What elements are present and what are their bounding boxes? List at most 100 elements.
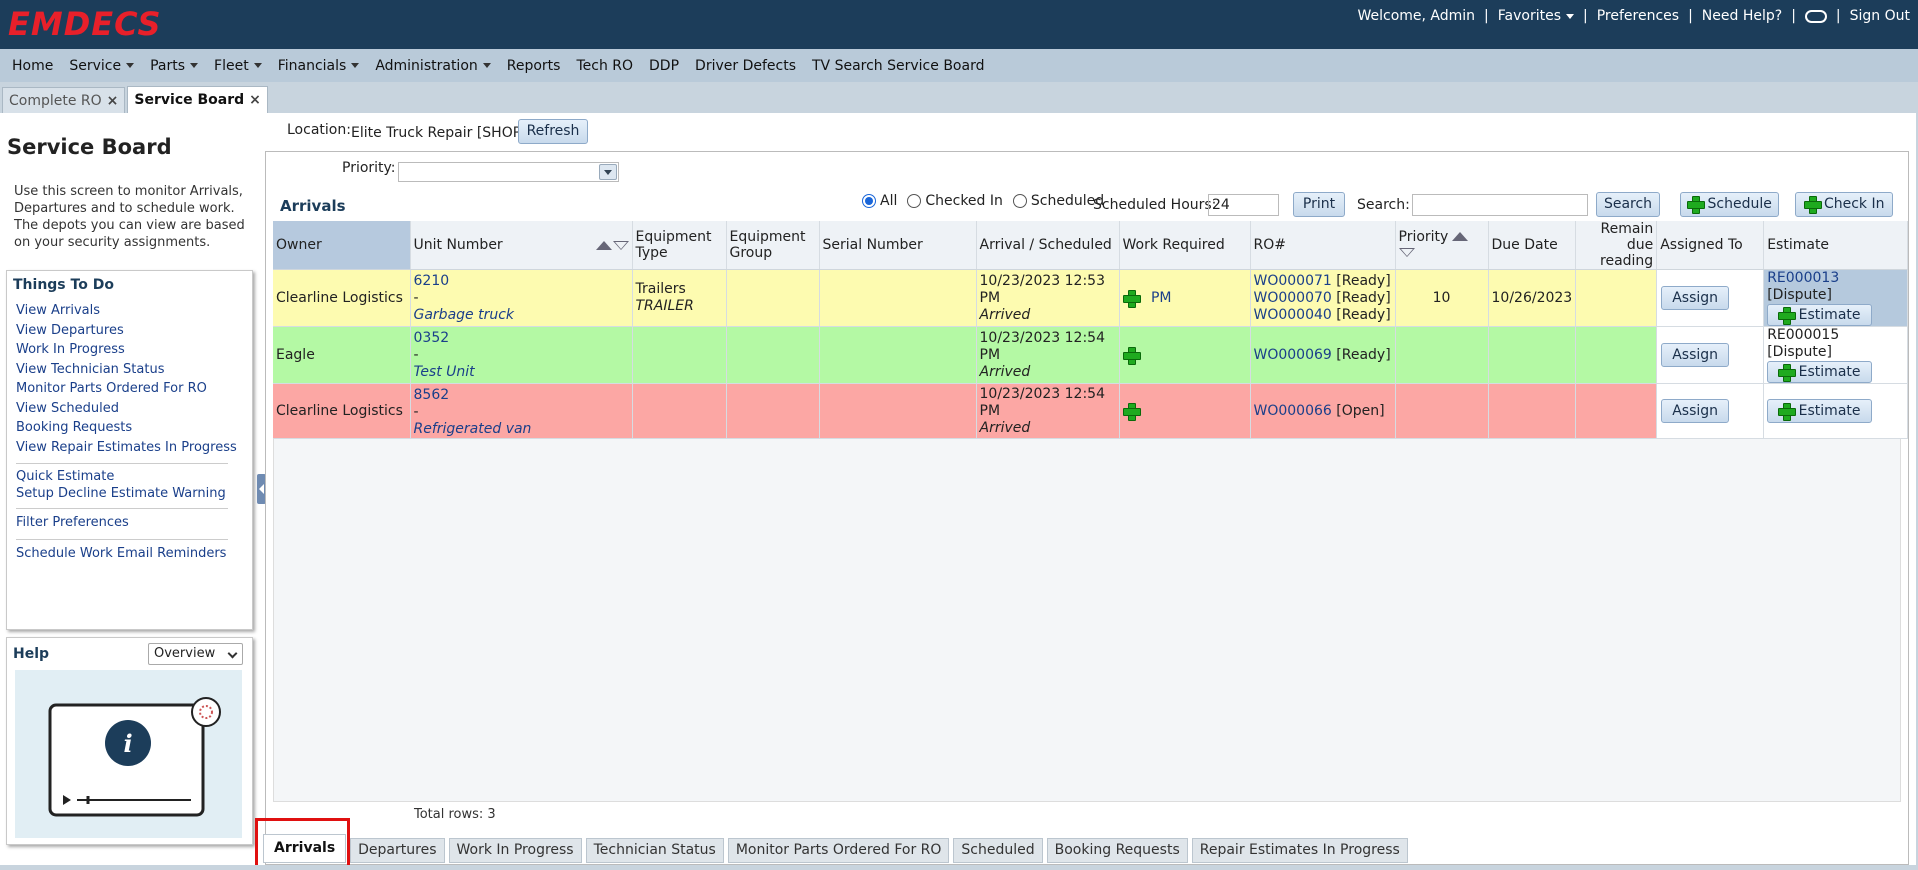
- link-setup-decline-warning[interactable]: Setup Decline Estimate Warning: [16, 485, 246, 502]
- menu-driver-defects[interactable]: Driver Defects: [687, 58, 804, 74]
- col-equipment-group[interactable]: Equipment Group: [726, 221, 820, 270]
- link-view-arrivals[interactable]: View Arrivals: [16, 301, 246, 321]
- sign-out-link[interactable]: Sign Out: [1850, 8, 1910, 24]
- col-work-required[interactable]: Work Required: [1119, 221, 1251, 270]
- menu-home[interactable]: Home: [4, 58, 61, 74]
- tab-monitor-parts[interactable]: Monitor Parts Ordered For RO: [727, 838, 950, 863]
- unit-link[interactable]: 8562: [414, 387, 629, 404]
- col-unit-number[interactable]: Unit Number: [410, 221, 633, 270]
- ro-link[interactable]: WO000071: [1254, 273, 1332, 289]
- work-required-link[interactable]: PM: [1151, 290, 1172, 306]
- col-serial-number[interactable]: Serial Number: [819, 221, 977, 270]
- unit-link[interactable]: 0352: [414, 330, 629, 347]
- col-ro[interactable]: RO#: [1250, 221, 1396, 270]
- close-icon[interactable]: ×: [107, 93, 119, 109]
- help-topic-select[interactable]: Overview: [148, 643, 243, 665]
- unit-dash: -: [413, 347, 419, 363]
- add-work-icon[interactable]: [1122, 289, 1141, 308]
- need-help-link[interactable]: Need Help?: [1702, 8, 1782, 24]
- preferences-link[interactable]: Preferences: [1597, 8, 1679, 24]
- tab-technician-status[interactable]: Technician Status: [585, 838, 724, 863]
- estimate-button[interactable]: Estimate: [1767, 399, 1872, 423]
- refresh-button[interactable]: Refresh: [518, 119, 588, 144]
- search-input[interactable]: [1412, 194, 1588, 216]
- menu-financials[interactable]: Financials: [270, 58, 368, 74]
- assign-button[interactable]: Assign: [1661, 343, 1730, 367]
- tab-scheduled[interactable]: Scheduled: [953, 838, 1043, 863]
- unit-description[interactable]: Garbage truck: [414, 307, 629, 324]
- menu-service[interactable]: Service: [61, 58, 142, 74]
- radio-scheduled[interactable]: [1012, 194, 1027, 208]
- favorites-menu[interactable]: Favorites: [1498, 8, 1575, 24]
- unit-description[interactable]: Refrigerated van: [414, 421, 629, 438]
- scheduled-hours-input[interactable]: 24: [1208, 194, 1279, 216]
- print-button[interactable]: Print: [1293, 192, 1345, 217]
- link-schedule-email-reminders[interactable]: Schedule Work Email Reminders: [16, 544, 246, 564]
- col-equipment-type[interactable]: Equipment Type: [632, 221, 727, 270]
- priority-select[interactable]: [398, 162, 619, 182]
- estimate-link[interactable]: RE000015: [1767, 327, 1839, 343]
- cell-estimate: Estimate: [1763, 383, 1909, 439]
- link-quick-estimate[interactable]: Quick Estimate: [16, 468, 246, 485]
- table-row[interactable]: Eagle 0352 - Test Unit 10/23/2023 12:54 …: [273, 326, 1909, 384]
- col-assigned-to[interactable]: Assigned To: [1656, 221, 1765, 270]
- search-button[interactable]: Search: [1596, 192, 1660, 217]
- tab-repair-estimates[interactable]: Repair Estimates In Progress: [1191, 838, 1408, 863]
- col-priority[interactable]: Priority: [1395, 221, 1489, 270]
- link-booking-requests[interactable]: Booking Requests: [16, 418, 246, 438]
- link-view-scheduled[interactable]: View Scheduled: [16, 399, 246, 419]
- estimate-button[interactable]: Estimate: [1767, 361, 1872, 383]
- add-work-icon[interactable]: [1122, 402, 1141, 421]
- link-view-departures[interactable]: View Departures: [16, 321, 246, 341]
- menu-tech-ro[interactable]: Tech RO: [568, 58, 641, 74]
- table-row[interactable]: Clearline Logistics 8562 - Refrigerated …: [273, 383, 1909, 439]
- link-view-repair-estimates[interactable]: View Repair Estimates In Progress: [16, 438, 246, 458]
- col-remain-due-reading[interactable]: Remain due reading: [1575, 221, 1658, 270]
- radio-checked-in[interactable]: [907, 194, 922, 208]
- menu-administration[interactable]: Administration: [367, 58, 498, 74]
- tab-complete-ro[interactable]: Complete RO ×: [2, 87, 126, 113]
- assign-button[interactable]: Assign: [1661, 399, 1730, 423]
- unit-description[interactable]: Test Unit: [414, 364, 629, 381]
- menu-fleet[interactable]: Fleet: [206, 58, 270, 74]
- tab-departures[interactable]: Departures: [350, 838, 445, 863]
- col-estimate[interactable]: Estimate: [1763, 221, 1909, 270]
- sort-icon[interactable]: [595, 238, 629, 254]
- schedule-button[interactable]: Schedule: [1680, 192, 1779, 217]
- link-work-in-progress[interactable]: Work In Progress: [16, 340, 246, 360]
- help-video-thumbnail[interactable]: i: [15, 670, 242, 838]
- link-view-technician-status[interactable]: View Technician Status: [16, 360, 246, 380]
- menu-ddp[interactable]: DDP: [641, 58, 687, 74]
- estimate-button[interactable]: Estimate: [1767, 304, 1872, 326]
- ro-link[interactable]: WO000070: [1254, 290, 1332, 306]
- radio-all-label[interactable]: All: [880, 193, 897, 209]
- unit-link[interactable]: 6210: [414, 273, 629, 290]
- radio-checked-in-label[interactable]: Checked In: [925, 193, 1003, 209]
- chat-icon[interactable]: [1804, 9, 1827, 23]
- ro-link[interactable]: WO000040: [1254, 307, 1332, 323]
- app-logo[interactable]: EMDECS: [8, 5, 162, 43]
- dropdown-arrow-icon[interactable]: [599, 164, 617, 180]
- menu-tv-search[interactable]: TV Search Service Board: [804, 58, 992, 74]
- tab-service-board[interactable]: Service Board ×: [127, 86, 268, 113]
- col-due-date[interactable]: Due Date: [1488, 221, 1577, 270]
- tab-work-in-progress[interactable]: Work In Progress: [448, 838, 582, 863]
- estimate-link[interactable]: RE000013: [1767, 270, 1839, 286]
- menu-parts[interactable]: Parts: [142, 58, 206, 74]
- check-in-button[interactable]: Check In: [1795, 192, 1893, 217]
- ro-link[interactable]: WO000069: [1254, 347, 1332, 363]
- col-arrival-scheduled[interactable]: Arrival / Scheduled: [976, 221, 1120, 270]
- close-icon[interactable]: ×: [249, 92, 261, 108]
- link-monitor-parts[interactable]: Monitor Parts Ordered For RO: [16, 379, 246, 399]
- add-work-icon[interactable]: [1122, 346, 1141, 365]
- link-filter-preferences[interactable]: Filter Preferences: [16, 513, 246, 533]
- separator: |: [1688, 8, 1693, 24]
- radio-all[interactable]: [862, 194, 876, 208]
- tab-booking-requests[interactable]: Booking Requests: [1046, 838, 1188, 863]
- menu-reports[interactable]: Reports: [499, 58, 569, 74]
- col-owner[interactable]: Owner: [273, 221, 411, 270]
- ro-status: [Ready]: [1336, 306, 1391, 323]
- assign-button[interactable]: Assign: [1661, 286, 1730, 310]
- ro-link[interactable]: WO000066: [1254, 403, 1332, 419]
- table-row[interactable]: Clearline Logistics 6210 - Garbage truck…: [273, 269, 1909, 327]
